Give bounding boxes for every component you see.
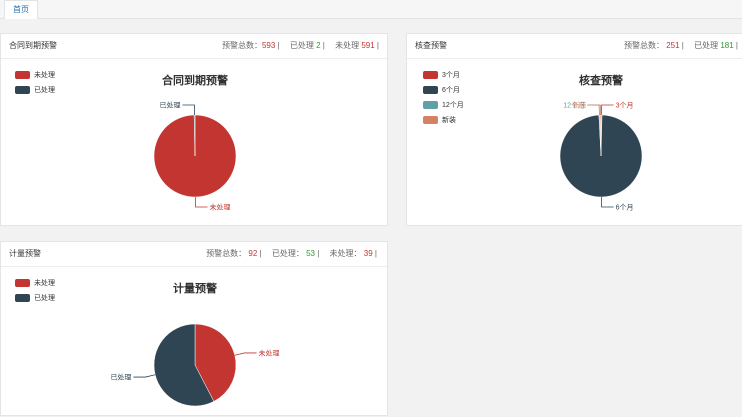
contract-expiry-panel: 合同到期预警 预警总数：593 | 已处理 2 | 未处理 591 | 未处理 …	[0, 33, 388, 226]
label-line	[182, 104, 195, 116]
label-line	[133, 374, 156, 378]
metering-panel: 计量预警 预警总数： 92 | 已处理： 53 | 未处理： 39 | 未处理 …	[0, 241, 388, 416]
label-line	[234, 352, 257, 356]
slice-label: 未处理	[210, 202, 231, 211]
inspection-panel: 核查预警 预警总数： 251 | 已处理 181 | 3个月 6个月 12个月 …	[406, 33, 742, 226]
label-line	[601, 104, 614, 116]
slice-label: 3个月	[616, 102, 634, 110]
pie-chart: 未处理 已处理	[153, 101, 237, 211]
label-line	[601, 196, 614, 208]
pie-chart: 未处理已处理	[110, 323, 280, 407]
slice-label: 6个月	[616, 203, 634, 211]
label-line	[587, 104, 600, 116]
slice-label: 已处理	[159, 101, 180, 110]
tab-home[interactable]: 首页	[4, 0, 38, 19]
pie-chart: 3个月6个月12个月新装	[559, 101, 643, 211]
slice-label: 未处理	[259, 348, 280, 357]
label-line	[195, 196, 208, 208]
slice-label: 新装	[572, 101, 586, 110]
label-line	[588, 104, 601, 116]
tab-bar: 首页	[0, 0, 742, 19]
slice-label: 已处理	[110, 373, 131, 382]
